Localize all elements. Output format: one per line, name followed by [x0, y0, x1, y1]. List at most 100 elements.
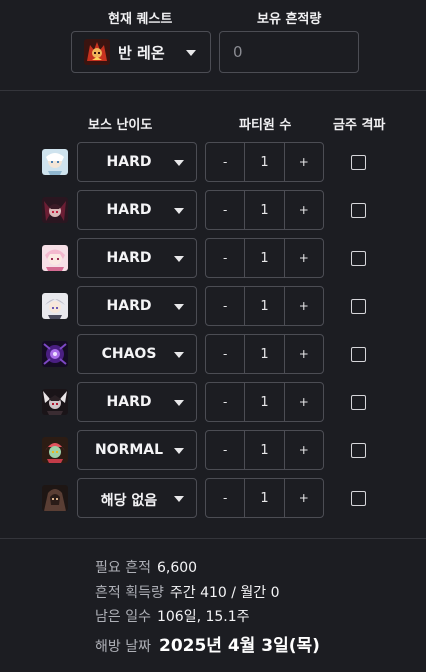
cleared-checkbox[interactable] — [351, 347, 366, 362]
party-stepper: - 1 + — [205, 286, 324, 326]
boss-row: 해당 없음 - 1 + — [0, 478, 426, 518]
minus-button[interactable]: - — [206, 143, 244, 181]
chevron-down-icon — [174, 496, 184, 502]
minus-button[interactable]: - — [206, 479, 244, 517]
release-date-line: 해방 날짜 2025년 4월 3일(목) — [95, 631, 320, 656]
boss-row: HARD - 1 + — [0, 190, 426, 230]
difficulty-value: HARD — [106, 298, 152, 314]
boss-3-icon — [42, 245, 68, 271]
quest-select[interactable]: 반 레온 — [71, 31, 211, 73]
release-date-value: 2025년 4월 3일(목) — [158, 636, 320, 656]
cleared-checkbox[interactable] — [351, 155, 366, 170]
divider — [0, 538, 426, 539]
party-stepper: - 1 + — [205, 334, 324, 374]
party-stepper: - 1 + — [205, 238, 324, 278]
divider — [0, 90, 426, 91]
boss-8-icon — [42, 485, 68, 511]
minus-button[interactable]: - — [206, 335, 244, 373]
required-trace-value: 6,600 — [156, 560, 198, 576]
trace-gain-value: 주간 410 / 월간 0 — [169, 585, 280, 601]
difficulty-select[interactable]: NORMAL — [77, 430, 197, 470]
cleared-header: 금주 격파 — [333, 118, 386, 133]
remaining-days-line: 남은 일수 106일, 15.1주 — [95, 606, 250, 626]
cleared-checkbox[interactable] — [351, 491, 366, 506]
boss-row: CHAOS - 1 + — [0, 334, 426, 374]
difficulty-value: CHAOS — [101, 346, 157, 362]
party-stepper: - 1 + — [205, 430, 324, 470]
owned-trace-input[interactable] — [219, 31, 359, 73]
minus-button[interactable]: - — [206, 191, 244, 229]
chevron-down-icon — [174, 304, 184, 310]
minus-button[interactable]: - — [206, 239, 244, 277]
party-stepper: - 1 + — [205, 382, 324, 422]
minus-button[interactable]: - — [206, 287, 244, 325]
difficulty-select[interactable]: HARD — [77, 382, 197, 422]
required-trace-line: 필요 흔적 6,600 — [95, 557, 197, 577]
difficulty-select[interactable]: HARD — [77, 142, 197, 182]
plus-button[interactable]: + — [285, 479, 323, 517]
party-count[interactable]: 1 — [244, 191, 285, 229]
party-count[interactable]: 1 — [244, 143, 285, 181]
chevron-down-icon — [186, 50, 196, 56]
boss-6-icon — [42, 389, 68, 415]
chevron-down-icon — [174, 448, 184, 454]
quest-section: 현재 퀘스트 보유 흔적량 반 레온 — [0, 0, 426, 90]
quest-select-value: 반 레온 — [118, 43, 165, 62]
quest-label: 현재 퀘스트 — [108, 12, 173, 27]
difficulty-value: 해당 없음 — [100, 493, 158, 509]
difficulty-value: HARD — [106, 154, 152, 170]
party-count[interactable]: 1 — [244, 335, 285, 373]
difficulty-value: NORMAL — [94, 442, 164, 458]
boss-5-icon — [42, 341, 68, 367]
difficulty-value: HARD — [106, 394, 152, 410]
boss-row: HARD - 1 + — [0, 142, 426, 182]
party-stepper: - 1 + — [205, 478, 324, 518]
cleared-checkbox[interactable] — [351, 443, 366, 458]
owned-label: 보유 흔적량 — [257, 12, 322, 27]
party-header: 파티원 수 — [239, 118, 292, 133]
party-count[interactable]: 1 — [244, 287, 285, 325]
difficulty-select[interactable]: HARD — [77, 286, 197, 326]
boss-row: HARD - 1 + — [0, 238, 426, 278]
party-stepper: - 1 + — [205, 190, 324, 230]
plus-button[interactable]: + — [285, 191, 323, 229]
boss-row: NORMAL - 1 + — [0, 430, 426, 470]
boss-2-icon — [42, 197, 68, 223]
party-count[interactable]: 1 — [244, 431, 285, 469]
plus-button[interactable]: + — [285, 335, 323, 373]
chevron-down-icon — [174, 160, 184, 166]
remaining-days-label: 남은 일수 — [95, 609, 151, 625]
minus-button[interactable]: - — [206, 383, 244, 421]
party-stepper: - 1 + — [205, 142, 324, 182]
party-count[interactable]: 1 — [244, 239, 285, 277]
party-count[interactable]: 1 — [244, 383, 285, 421]
plus-button[interactable]: + — [285, 383, 323, 421]
difficulty-select[interactable]: HARD — [77, 190, 197, 230]
cleared-checkbox[interactable] — [351, 251, 366, 266]
plus-button[interactable]: + — [285, 239, 323, 277]
trace-gain-line: 흔적 획득량 주간 410 / 월간 0 — [95, 582, 280, 602]
boss-row: HARD - 1 + — [0, 382, 426, 422]
difficulty-select[interactable]: CHAOS — [77, 334, 197, 374]
boss-row: HARD - 1 + — [0, 286, 426, 326]
van-leon-boss-icon — [84, 39, 110, 65]
boss-7-icon — [42, 437, 68, 463]
plus-button[interactable]: + — [285, 287, 323, 325]
remaining-days-value: 106일, 15.1주 — [156, 609, 250, 625]
difficulty-select[interactable]: HARD — [77, 238, 197, 278]
cleared-checkbox[interactable] — [351, 299, 366, 314]
chevron-down-icon — [174, 208, 184, 214]
chevron-down-icon — [174, 400, 184, 406]
boss-4-icon — [42, 293, 68, 319]
difficulty-header: 보스 난이도 — [88, 118, 153, 133]
required-trace-label: 필요 흔적 — [95, 560, 151, 576]
chevron-down-icon — [174, 352, 184, 358]
difficulty-select[interactable]: 해당 없음 — [77, 478, 197, 518]
chevron-down-icon — [174, 256, 184, 262]
cleared-checkbox[interactable] — [351, 203, 366, 218]
minus-button[interactable]: - — [206, 431, 244, 469]
party-count[interactable]: 1 — [244, 479, 285, 517]
plus-button[interactable]: + — [285, 143, 323, 181]
plus-button[interactable]: + — [285, 431, 323, 469]
cleared-checkbox[interactable] — [351, 395, 366, 410]
